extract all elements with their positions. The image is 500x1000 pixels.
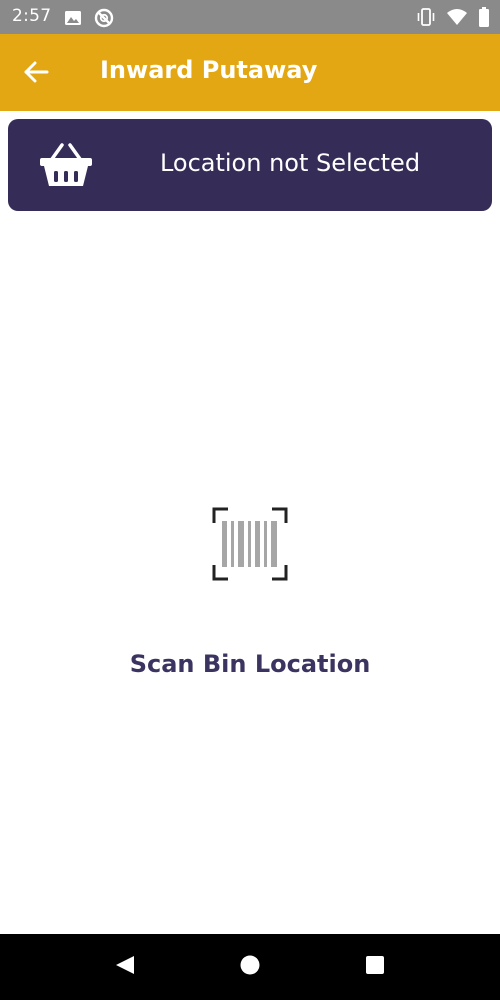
nav-recents-button[interactable] xyxy=(362,954,388,980)
back-triangle-icon xyxy=(114,954,136,980)
recents-square-icon xyxy=(364,954,386,980)
nav-home-button[interactable] xyxy=(237,954,263,980)
screen: 2:57 Inward Putaway Location not Selecte… xyxy=(0,0,500,1000)
location-card[interactable]: Location not Selected xyxy=(8,119,492,211)
vibrate-icon xyxy=(416,8,436,30)
wifi-icon xyxy=(446,8,468,30)
page-title: Inward Putaway xyxy=(100,56,318,84)
back-button[interactable] xyxy=(18,56,54,92)
scan-label: Scan Bin Location xyxy=(129,650,371,678)
nav-back-button[interactable] xyxy=(112,954,138,980)
arrow-left-icon xyxy=(23,61,49,87)
basket-icon xyxy=(38,141,94,189)
status-left-icons xyxy=(64,8,114,32)
image-icon xyxy=(64,10,82,30)
location-status-text: Location not Selected xyxy=(159,149,421,177)
app-bar: Inward Putaway xyxy=(0,34,500,111)
barcode-scan-icon xyxy=(212,507,288,585)
nav-bar xyxy=(0,934,500,1000)
status-bar: 2:57 xyxy=(0,0,500,34)
status-time: 2:57 xyxy=(12,6,52,26)
sync-disabled-icon xyxy=(94,8,114,32)
scan-bin-button[interactable] xyxy=(212,507,288,581)
status-right-icons xyxy=(416,7,490,31)
battery-icon xyxy=(478,7,490,31)
home-circle-icon xyxy=(239,954,261,980)
